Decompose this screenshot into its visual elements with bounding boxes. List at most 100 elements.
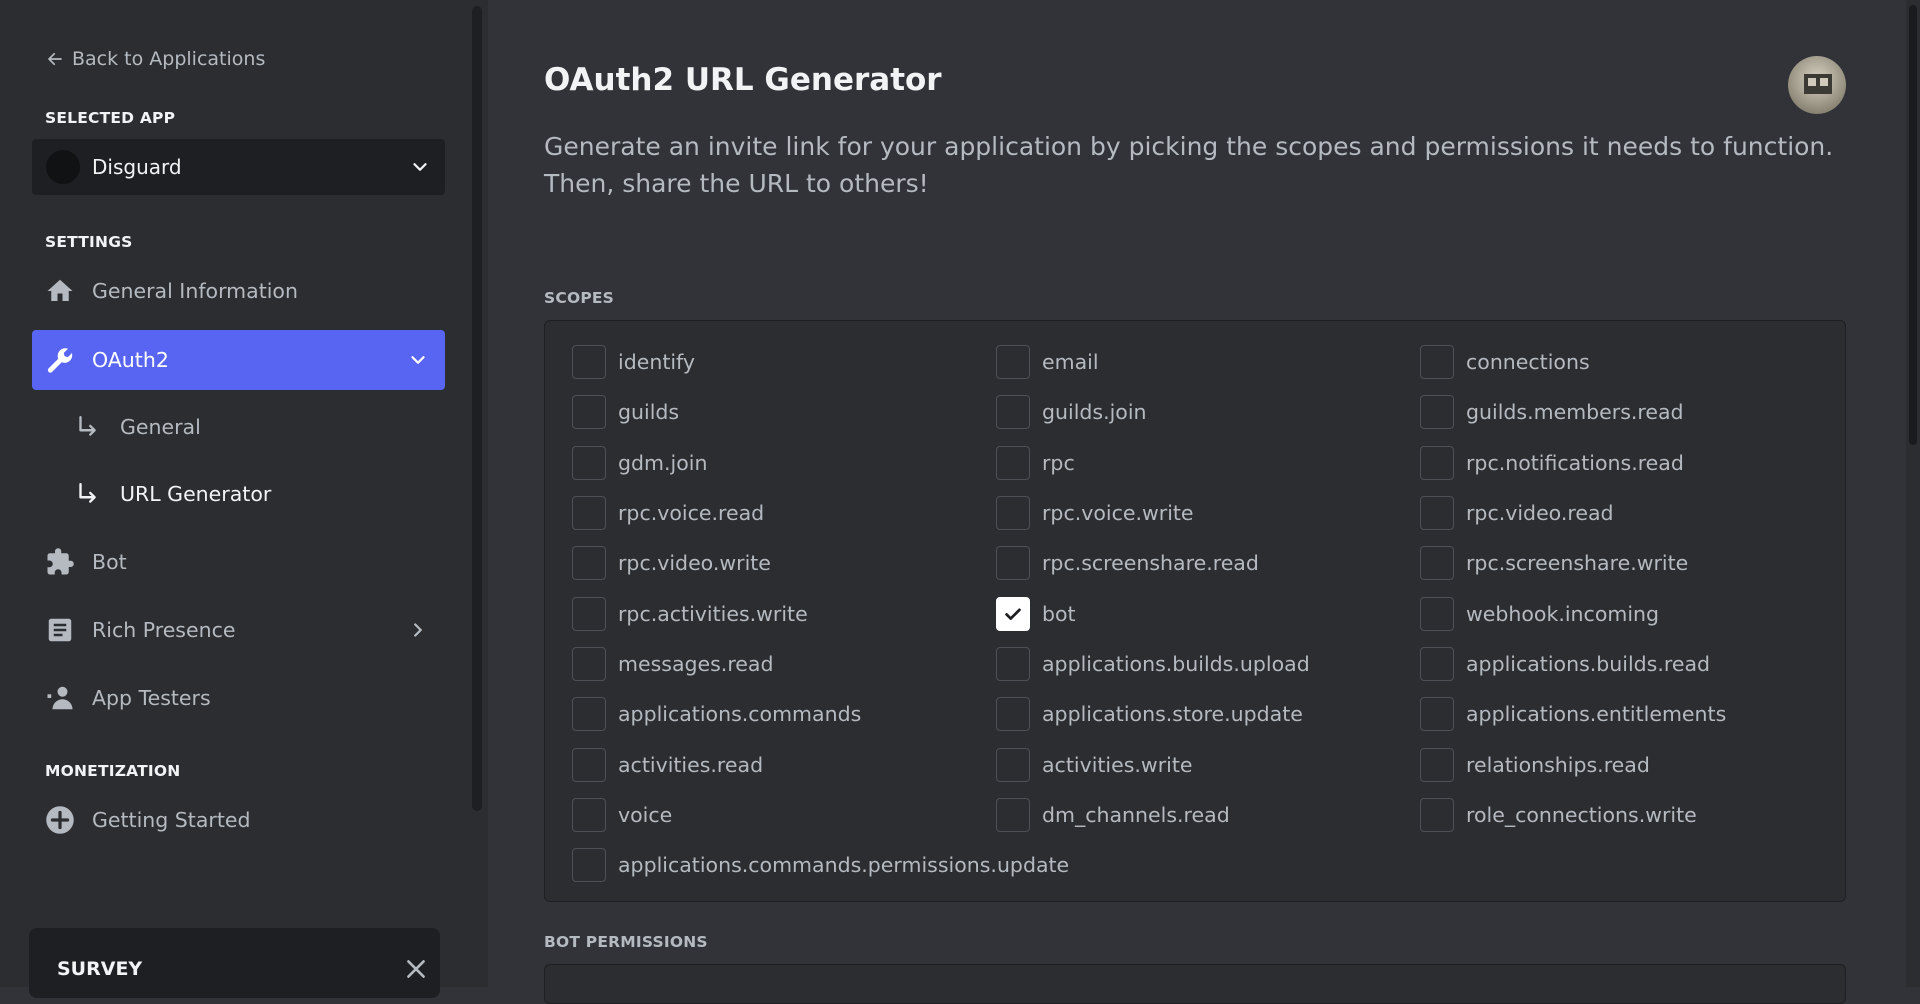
scope-checkbox[interactable] xyxy=(996,646,1030,681)
scope-option-applications-commands[interactable]: applications.commands xyxy=(572,689,996,739)
scope-option-voice[interactable]: voice xyxy=(572,790,996,840)
close-icon[interactable] xyxy=(403,956,429,982)
scope-label: guilds.members.read xyxy=(1466,400,1684,425)
sidebar-item-oauth2[interactable]: OAuth2 xyxy=(32,330,445,390)
scope-option-bot[interactable]: bot xyxy=(996,588,1420,638)
scope-label: applications.entitlements xyxy=(1466,702,1727,727)
sidebar-item-bot[interactable]: Bot xyxy=(32,532,445,592)
scope-label: webhook.incoming xyxy=(1466,601,1660,626)
app-selector-dropdown[interactable]: Disguard xyxy=(32,139,445,195)
scope-checkbox[interactable] xyxy=(996,445,1030,480)
scope-option-gdm-join[interactable]: gdm.join xyxy=(572,438,996,488)
scope-label: voice xyxy=(618,802,673,827)
sidebar-subitem-label: URL Generator xyxy=(120,482,272,506)
scope-label: guilds xyxy=(618,400,680,425)
plus-circle-icon xyxy=(44,804,76,836)
scope-option-applications-builds-upload[interactable]: applications.builds.upload xyxy=(996,639,1420,689)
scope-checkbox[interactable] xyxy=(572,747,606,782)
scope-checkbox[interactable] xyxy=(1420,445,1454,480)
scope-checkbox[interactable] xyxy=(1420,496,1454,531)
scope-checkbox[interactable] xyxy=(572,848,606,883)
scope-option-identify[interactable]: identify xyxy=(572,337,996,387)
page-title: OAuth2 URL Generator xyxy=(544,62,942,98)
scope-checkbox[interactable] xyxy=(1420,345,1454,380)
scope-option-rpc-screenshare-write[interactable]: rpc.screenshare.write xyxy=(1420,538,1832,588)
scope-checkbox[interactable] xyxy=(572,546,606,581)
scope-label: email xyxy=(1042,350,1099,375)
sidebar-item-label: OAuth2 xyxy=(92,348,169,372)
scope-checkbox[interactable] xyxy=(996,546,1030,581)
scope-option-rpc-voice-read[interactable]: rpc.voice.read xyxy=(572,488,996,538)
scope-option-dm-channels-read[interactable]: dm_channels.read xyxy=(996,790,1420,840)
scope-checkbox[interactable] xyxy=(1420,797,1454,832)
scope-option-applications-entitlements[interactable]: applications.entitlements xyxy=(1420,689,1832,739)
scope-checkbox[interactable] xyxy=(572,797,606,832)
scope-option-rpc-video-write[interactable]: rpc.video.write xyxy=(572,538,996,588)
scope-option-activities-write[interactable]: activities.write xyxy=(996,739,1420,789)
selected-app-name: Disguard xyxy=(92,155,182,179)
scope-label: messages.read xyxy=(618,651,774,676)
scope-checkbox[interactable] xyxy=(572,697,606,732)
scope-checkbox[interactable] xyxy=(1420,697,1454,732)
subitem-arrow-icon xyxy=(79,483,96,503)
scope-option-connections[interactable]: connections xyxy=(1420,337,1832,387)
scope-checkbox[interactable] xyxy=(1420,646,1454,681)
scope-label: relationships.read xyxy=(1466,752,1650,777)
sidebar-subitem-url-generator[interactable]: URL Generator xyxy=(74,467,445,521)
scope-checkbox[interactable] xyxy=(572,646,606,681)
scopes-heading: SCOPES xyxy=(544,289,615,307)
scope-checkbox[interactable] xyxy=(996,496,1030,531)
bot-permissions-heading: BOT PERMISSIONS xyxy=(544,933,708,951)
scope-checkbox[interactable] xyxy=(996,747,1030,782)
scope-label: rpc.video.write xyxy=(618,551,771,576)
scope-option-applications-builds-read[interactable]: applications.builds.read xyxy=(1420,639,1832,689)
scope-checkbox[interactable] xyxy=(1420,596,1454,631)
scope-option-rpc-voice-write[interactable]: rpc.voice.write xyxy=(996,488,1420,538)
scope-option-messages-read[interactable]: messages.read xyxy=(572,639,996,689)
scope-label: rpc.voice.read xyxy=(618,501,765,526)
scope-option-relationships-read[interactable]: relationships.read xyxy=(1420,739,1832,789)
scope-checkbox[interactable] xyxy=(572,596,606,631)
scope-checkbox[interactable] xyxy=(572,395,606,430)
sidebar-item-getting-started[interactable]: Getting Started xyxy=(32,790,445,850)
sidebar-item-general-information[interactable]: General Information xyxy=(32,261,445,321)
selected-app-heading: SELECTED APP xyxy=(45,109,176,127)
scope-option-guilds-members-read[interactable]: guilds.members.read xyxy=(1420,387,1832,437)
scopes-grid: identify email connections guilds guilds.joi… xyxy=(572,337,1832,890)
scope-checkbox[interactable] xyxy=(996,395,1030,430)
chevron-down-icon xyxy=(411,356,425,364)
scope-checkbox[interactable] xyxy=(572,445,606,480)
scope-checkbox[interactable] xyxy=(572,345,606,380)
user-avatar[interactable] xyxy=(1788,56,1846,114)
scope-option-rpc-screenshare-read[interactable]: rpc.screenshare.read xyxy=(996,538,1420,588)
scope-checkbox[interactable] xyxy=(996,345,1030,380)
scope-option-rpc-activities-write[interactable]: rpc.activities.write xyxy=(572,588,996,638)
scope-label: role_connections.write xyxy=(1466,802,1697,827)
main-scrollbar[interactable] xyxy=(1906,0,1920,987)
sidebar-subitem-general[interactable]: General xyxy=(74,400,445,454)
scope-checkbox[interactable] xyxy=(1420,395,1454,430)
scope-option-rpc-notifications-read[interactable]: rpc.notifications.read xyxy=(1420,438,1832,488)
scope-option-applications-commands-permissions-update[interactable]: applications.commands.permissions.update xyxy=(572,840,1069,890)
scope-checkbox[interactable] xyxy=(1420,747,1454,782)
scope-checkbox[interactable] xyxy=(572,496,606,531)
scope-label: rpc.voice.write xyxy=(1042,501,1194,526)
sidebar-scrollbar[interactable] xyxy=(472,6,482,811)
scope-option-activities-read[interactable]: activities.read xyxy=(572,739,996,789)
scope-option-webhook-incoming[interactable]: webhook.incoming xyxy=(1420,588,1832,638)
scope-option-applications-store-update[interactable]: applications.store.update xyxy=(996,689,1420,739)
scope-option-role-connections-write[interactable]: role_connections.write xyxy=(1420,790,1832,840)
scope-option-guilds[interactable]: guilds xyxy=(572,387,996,437)
scope-checkbox[interactable] xyxy=(1420,546,1454,581)
back-to-applications-link[interactable]: Back to Applications xyxy=(46,47,265,71)
scrollbar-thumb[interactable] xyxy=(1909,5,1917,445)
scope-checkbox[interactable] xyxy=(996,797,1030,832)
sidebar-item-app-testers[interactable]: App Testers xyxy=(32,668,445,728)
sidebar-item-rich-presence[interactable]: Rich Presence xyxy=(32,600,445,660)
scope-checkbox[interactable] xyxy=(996,697,1030,732)
scope-checkbox[interactable] xyxy=(996,596,1030,631)
scope-option-rpc[interactable]: rpc xyxy=(996,438,1420,488)
scope-option-email[interactable]: email xyxy=(996,337,1420,387)
scope-option-rpc-video-read[interactable]: rpc.video.read xyxy=(1420,488,1832,538)
scope-option-guilds-join[interactable]: guilds.join xyxy=(996,387,1420,437)
